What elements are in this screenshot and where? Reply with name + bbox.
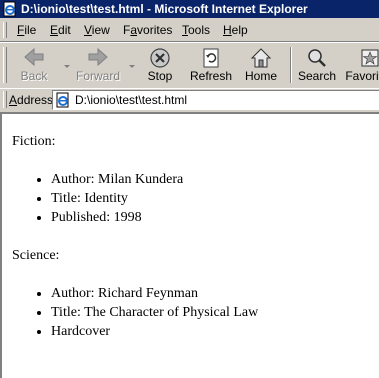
forward-label: Forward	[75, 69, 120, 83]
section-list: Author: Richard Feynman Title: The Chara…	[12, 284, 372, 341]
browser-window: D:\ionio\test\test.html - Microsoft Inte…	[0, 0, 379, 378]
menu-file[interactable]: File	[17, 23, 36, 37]
favorites-button[interactable]: Favorites	[344, 45, 379, 85]
list-item: Author: Milan Kundera	[51, 170, 372, 189]
menu-help[interactable]: Help	[223, 23, 248, 37]
standard-toolbar: Back Forward Stop Refresh Home Search Fa…	[0, 42, 379, 89]
forward-button[interactable]: Forward	[72, 45, 124, 85]
forward-arrow-icon	[88, 47, 108, 67]
ie-page-icon	[56, 92, 69, 108]
refresh-label: Refresh	[189, 69, 233, 83]
back-button[interactable]: Back	[8, 45, 60, 85]
list-item: Hardcover	[51, 322, 372, 341]
section-list: Author: Milan Kundera Title: Identity Pu…	[12, 170, 372, 227]
back-arrow-icon	[24, 47, 44, 67]
home-button[interactable]: Home	[240, 45, 282, 85]
favorites-label: Favorites	[345, 69, 379, 83]
addressbar-grip[interactable]	[3, 91, 7, 108]
section-heading: Fiction:	[12, 134, 56, 149]
menu-bar: File Edit View Favorites Tools Help	[0, 19, 379, 42]
refresh-icon	[203, 48, 219, 68]
ie-page-icon	[3, 1, 16, 17]
forward-dropdown-icon[interactable]	[129, 65, 135, 68]
window-title: D:\ionio\test\test.html - Microsoft Inte…	[21, 2, 308, 16]
home-label: Home	[244, 69, 277, 83]
title-bar[interactable]: D:\ionio\test\test.html - Microsoft Inte…	[0, 0, 379, 18]
toolbar-grip[interactable]	[3, 47, 7, 83]
address-bar: Address D:\ionio\test\test.html	[0, 88, 379, 111]
search-button[interactable]: Search	[295, 45, 339, 85]
refresh-button[interactable]: Refresh	[187, 45, 235, 85]
list-item: Author: Richard Feynman	[51, 284, 372, 303]
toolbar-separator	[290, 47, 292, 83]
list-item: Published: 1998	[51, 208, 372, 227]
menu-edit[interactable]: Edit	[50, 23, 71, 37]
search-label: Search	[297, 69, 337, 83]
address-input[interactable]: D:\ionio\test\test.html	[52, 90, 379, 110]
stop-icon	[150, 48, 170, 68]
address-url: D:\ionio\test\test.html	[75, 93, 188, 107]
search-icon	[308, 49, 326, 67]
back-label: Back	[20, 69, 48, 83]
document-body: Fiction: Author: Milan Kundera Title: Id…	[12, 132, 372, 360]
stop-label: Stop	[147, 69, 173, 83]
list-item: Title: The Character of Physical Law	[51, 303, 372, 322]
menu-view[interactable]: View	[84, 23, 110, 37]
menu-favorites[interactable]: Favorites	[123, 23, 172, 37]
stop-button[interactable]: Stop	[138, 45, 182, 85]
menubar-grip[interactable]	[3, 22, 7, 38]
section-heading: Science:	[12, 248, 60, 263]
list-item: Title: Identity	[51, 189, 372, 208]
menu-tools[interactable]: Tools	[182, 23, 210, 37]
back-dropdown-icon[interactable]	[64, 65, 70, 68]
address-label: Address	[9, 93, 54, 107]
home-icon	[250, 48, 272, 68]
favorites-icon	[361, 49, 379, 67]
page-content: Fiction: Author: Milan Kundera Title: Id…	[0, 112, 379, 378]
